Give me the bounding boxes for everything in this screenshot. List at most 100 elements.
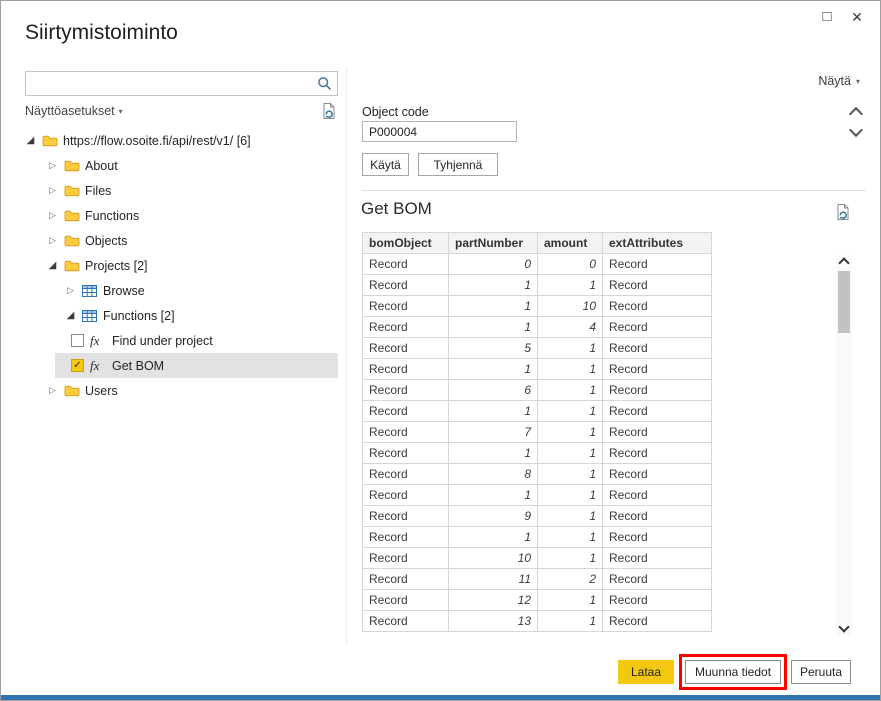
table-cell: 1 bbox=[538, 485, 603, 506]
tree-item[interactable]: ▷ Functions bbox=[1, 203, 338, 228]
expand-arrow-icon[interactable]: ▷ bbox=[47, 235, 58, 246]
chevron-down-icon: ▾ bbox=[856, 77, 860, 86]
folder-icon bbox=[63, 234, 80, 247]
window-bottom-edge bbox=[1, 695, 880, 700]
transform-button[interactable]: Muunna tiedot bbox=[685, 660, 781, 684]
tree-item-checkbox[interactable]: ✓ bbox=[71, 359, 84, 372]
tree-item[interactable]: ▷About bbox=[1, 153, 338, 178]
tree-item[interactable]: ◢Functions [2] bbox=[1, 303, 338, 328]
table-cell: 1 bbox=[538, 359, 603, 380]
table-cell: 10 bbox=[449, 548, 538, 569]
table-cell: 10 bbox=[538, 296, 603, 317]
clear-button[interactable]: Tyhjennä bbox=[418, 153, 498, 176]
function-icon: fx bbox=[89, 358, 107, 374]
tree-item[interactable]: fxFind under project bbox=[55, 328, 338, 353]
table-cell: Record bbox=[603, 548, 712, 569]
scrollbar-down-icon[interactable] bbox=[838, 621, 849, 632]
tree-item-checkbox[interactable] bbox=[71, 334, 84, 347]
table-cell: Record bbox=[363, 422, 449, 443]
section-divider bbox=[362, 190, 866, 191]
table-cell: 1 bbox=[538, 548, 603, 569]
function-icon: fx bbox=[89, 333, 107, 349]
search-icon[interactable] bbox=[311, 72, 337, 95]
table-cell: 1 bbox=[449, 359, 538, 380]
table-cell: Record bbox=[603, 590, 712, 611]
refresh-preview-icon[interactable] bbox=[834, 203, 852, 226]
tree-item[interactable]: ▷ Files bbox=[1, 178, 338, 203]
table-cell: Record bbox=[363, 254, 449, 275]
scroll-up-icon[interactable] bbox=[849, 107, 863, 121]
load-button[interactable]: Lataa bbox=[618, 660, 674, 684]
table-cell: 1 bbox=[449, 485, 538, 506]
expand-arrow-icon[interactable]: ▷ bbox=[47, 385, 58, 396]
expand-arrow-icon[interactable]: ▷ bbox=[47, 160, 58, 171]
collapse-arrow-icon[interactable]: ◢ bbox=[65, 310, 76, 321]
tree-item-label: Functions bbox=[85, 209, 139, 223]
table-cell: Record bbox=[603, 464, 712, 485]
preview-title: Get BOM bbox=[361, 199, 432, 219]
view-menu-label: Näytä bbox=[818, 74, 851, 88]
close-button[interactable]: ✕ bbox=[846, 7, 868, 27]
table-cell: Record bbox=[603, 338, 712, 359]
table-cell: Record bbox=[363, 275, 449, 296]
expand-arrow-icon[interactable]: ▷ bbox=[47, 210, 58, 221]
tree-item[interactable]: ▷Objects bbox=[1, 228, 338, 253]
table-cell: 1 bbox=[449, 275, 538, 296]
column-header: amount bbox=[538, 233, 603, 254]
scroll-down-icon[interactable] bbox=[849, 123, 863, 137]
table-cell: Record bbox=[363, 590, 449, 611]
table-cell: Record bbox=[363, 611, 449, 632]
scrollbar-up-icon[interactable] bbox=[838, 257, 849, 268]
table-cell: Record bbox=[363, 443, 449, 464]
table-cell: Record bbox=[363, 401, 449, 422]
table-cell: 2 bbox=[538, 569, 603, 590]
tree-item[interactable]: ▷Users bbox=[1, 378, 338, 403]
table-cell: Record bbox=[363, 359, 449, 380]
table-icon bbox=[81, 285, 98, 297]
scrollbar-thumb[interactable] bbox=[838, 271, 850, 333]
folder-icon bbox=[63, 384, 80, 397]
table-cell: 5 bbox=[449, 338, 538, 359]
table-cell: Record bbox=[603, 296, 712, 317]
expand-arrow-icon[interactable]: ▷ bbox=[47, 185, 58, 196]
table-cell: 1 bbox=[538, 590, 603, 611]
table-cell: 0 bbox=[538, 254, 603, 275]
table-cell: 1 bbox=[538, 422, 603, 443]
view-menu[interactable]: Näytä ▾ bbox=[818, 74, 860, 88]
vertical-scrollbar[interactable] bbox=[836, 255, 852, 635]
tree-item[interactable]: ◢https://flow.osoite.fi/api/rest/v1/ [6] bbox=[1, 128, 338, 153]
column-header: partNumber bbox=[449, 233, 538, 254]
table-cell: Record bbox=[363, 464, 449, 485]
table-cell: 1 bbox=[449, 527, 538, 548]
folder-icon bbox=[41, 134, 58, 147]
table-cell: 9 bbox=[449, 506, 538, 527]
table-cell: 1 bbox=[538, 611, 603, 632]
collapse-arrow-icon[interactable]: ◢ bbox=[47, 260, 58, 271]
table-cell: Record bbox=[603, 254, 712, 275]
maximize-button[interactable]: □ bbox=[816, 7, 838, 27]
display-options-label: Näyttöasetukset bbox=[25, 104, 115, 118]
folder-icon bbox=[63, 184, 80, 197]
table-cell: 13 bbox=[449, 611, 538, 632]
table-cell: 7 bbox=[449, 422, 538, 443]
tree-item[interactable]: ✓ fx Get BOM bbox=[55, 353, 338, 378]
tree-item[interactable]: ◢Projects [2] bbox=[1, 253, 338, 278]
chevron-down-icon: ▾ bbox=[119, 107, 123, 116]
refresh-icon[interactable] bbox=[320, 102, 338, 125]
folder-icon bbox=[63, 159, 80, 172]
expand-arrow-icon[interactable]: ▷ bbox=[65, 285, 76, 296]
parameter-input[interactable] bbox=[362, 121, 517, 142]
cancel-button[interactable]: Peruuta bbox=[791, 660, 851, 684]
navigator-dialog: □ ✕ Siirtymistoiminto Näyttöasetukset ▾ … bbox=[0, 0, 881, 701]
tree-item[interactable]: ▷Browse bbox=[1, 278, 338, 303]
display-options-dropdown[interactable]: Näyttöasetukset ▾ bbox=[25, 104, 123, 118]
tree-item-label: Get BOM bbox=[112, 359, 164, 373]
column-header: extAttributes bbox=[603, 233, 712, 254]
apply-button[interactable]: Käytä bbox=[362, 153, 409, 176]
collapse-arrow-icon[interactable]: ◢ bbox=[25, 135, 36, 146]
search-box bbox=[25, 71, 338, 96]
table-cell: Record bbox=[363, 317, 449, 338]
search-input[interactable] bbox=[26, 77, 311, 91]
tree-item-label: Files bbox=[85, 184, 111, 198]
table-cell: Record bbox=[363, 296, 449, 317]
